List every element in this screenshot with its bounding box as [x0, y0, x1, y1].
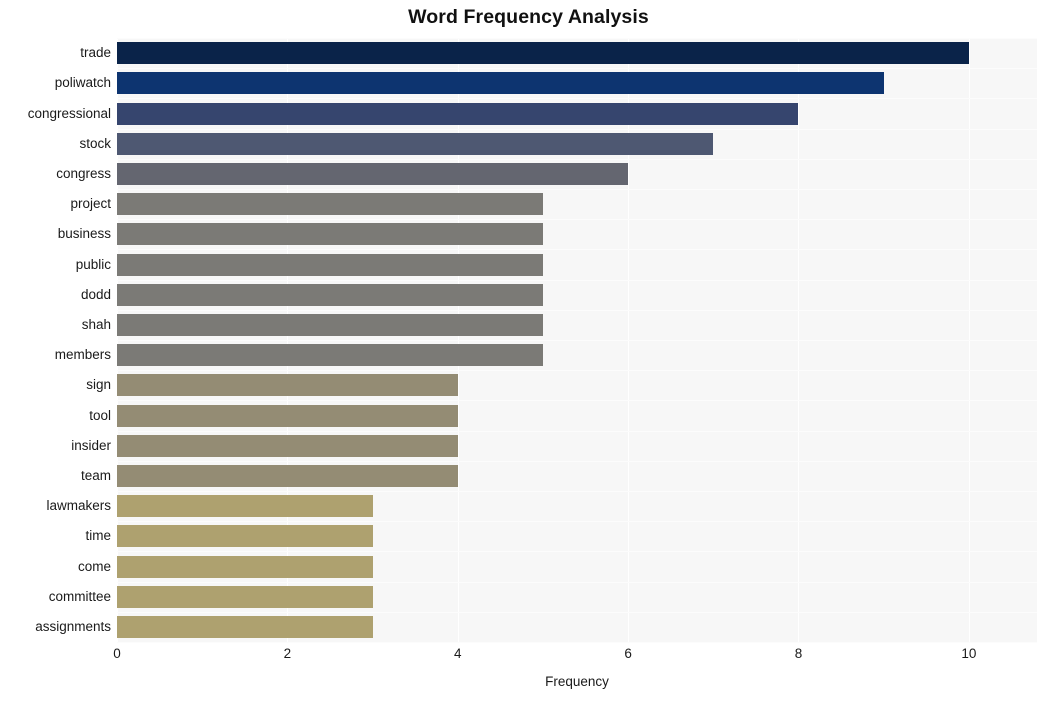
bar — [117, 313, 543, 336]
y-axis-tick-label: time — [85, 528, 111, 544]
bar — [117, 344, 543, 367]
x-axis-tick-label: 10 — [961, 646, 977, 661]
x-axis-tick-labels: 0 2 4 6 8 10 — [113, 646, 1037, 668]
bar — [117, 585, 373, 608]
gridline-horizontal — [117, 642, 1037, 643]
y-axis-tick-label: assignments — [35, 618, 111, 634]
y-axis-tick-label: come — [77, 558, 111, 574]
bar — [117, 374, 458, 397]
bar — [117, 283, 543, 306]
y-axis-tick-label: members — [54, 347, 111, 363]
bar — [117, 495, 373, 518]
x-axis-title: Frequency — [545, 674, 609, 689]
y-axis-tick-label: congress — [56, 165, 111, 181]
y-axis-tick-labels: trade poliwatch congressional stock congress… — [0, 38, 111, 642]
x-axis-tick-label: 6 — [624, 646, 632, 661]
y-axis-tick-label: poliwatch — [54, 75, 111, 91]
y-axis-tick-label: dodd — [80, 286, 111, 302]
y-axis-tick-label: team — [80, 467, 111, 483]
chart-title: Word Frequency Analysis — [408, 6, 649, 28]
bar — [117, 42, 969, 65]
bar — [117, 555, 373, 578]
bar — [117, 162, 629, 185]
bar — [117, 253, 543, 276]
bar — [117, 434, 458, 457]
y-axis-tick-label: trade — [80, 45, 111, 61]
y-axis-tick-label: project — [70, 196, 111, 212]
bar — [117, 615, 373, 638]
y-axis-tick-label: committee — [48, 588, 111, 604]
y-axis-tick-label: lawmakers — [46, 498, 111, 514]
bar — [117, 223, 543, 246]
bar — [117, 464, 458, 487]
plot-area — [117, 38, 1037, 643]
bar — [117, 132, 714, 155]
y-axis-tick-label: congressional — [27, 105, 111, 121]
y-axis-tick-label: tool — [89, 407, 111, 423]
y-axis-tick-label: stock — [79, 135, 111, 151]
x-axis-tick-label: 2 — [283, 646, 292, 661]
bar — [117, 193, 543, 216]
y-axis-tick-label: insider — [71, 437, 111, 453]
x-axis-tick-label: 4 — [453, 646, 462, 661]
x-axis-tick-label: 8 — [794, 646, 803, 661]
bar — [117, 525, 373, 548]
y-axis-tick-label: shah — [81, 316, 111, 332]
y-axis-tick-label: public — [75, 256, 111, 272]
bars-layer — [117, 38, 1037, 642]
bar — [117, 404, 458, 427]
x-axis-tick-label: 0 — [113, 646, 121, 661]
bar — [117, 72, 884, 95]
y-axis-tick-label: sign — [86, 377, 111, 393]
bar — [117, 102, 799, 125]
y-axis-tick-label: business — [57, 226, 111, 242]
chart-figure: Word Frequency Analysis trade poliwatch co… — [0, 0, 1057, 701]
